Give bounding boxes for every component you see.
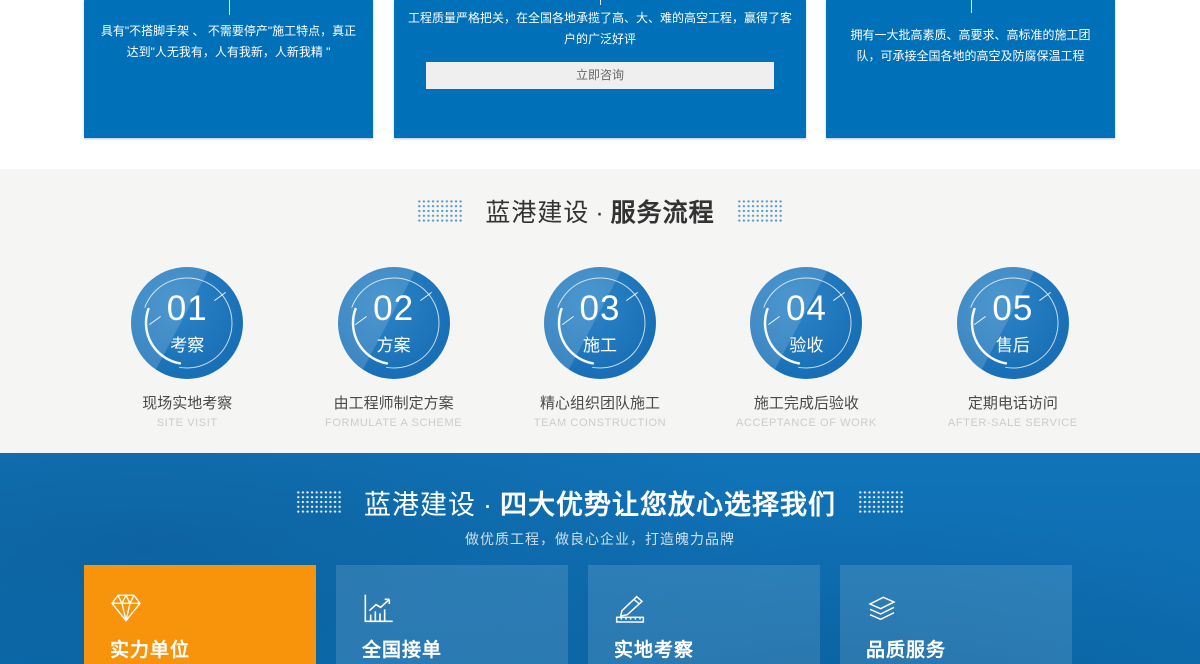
step-number: 02 (373, 291, 414, 326)
slash-decoration (420, 291, 432, 300)
advantages-title-row: 蓝港建设·四大优势让您放心选择我们 (0, 485, 1200, 519)
advantage-cards-row: 实力单位 STRENGTH UNIT 全国接单 ORDER ACCEPTANCE (84, 565, 1200, 664)
title-separator: · (483, 490, 493, 520)
step-label: 现场实地考察 (84, 392, 290, 413)
slash-decoration (833, 291, 845, 300)
top-promo-section: 具有"不搭脚手架 、 不需要停产"施工特点，真正达到"人无我有，人有我新，人新我… (0, 0, 1200, 169)
process-step-2: 02 方案 由工程师制定方案 FORMULATE A SCHEME (290, 267, 496, 429)
step-label: 精心组织团队施工 (497, 392, 703, 413)
advantage-card-title: 实力单位 (110, 635, 316, 662)
process-title-text: 服务流程 (611, 199, 715, 227)
advantage-card-quality[interactable]: 品质服务 QUALITY SERVICE (840, 565, 1072, 664)
slash-decoration (974, 315, 986, 324)
dots-decoration-icon (858, 490, 904, 514)
step-label: 定期电话访问 (910, 392, 1116, 413)
advantage-card-title: 全国接单 (362, 635, 568, 662)
dots-decoration-icon (296, 490, 342, 514)
promo-card-text: 工程质量严格把关，在全国各地承揽了高、大、难的高空工程，赢得了客户的广泛好评 (394, 0, 806, 50)
layers-icon (866, 593, 898, 623)
step-sublabel: SITE VISIT (84, 417, 290, 429)
divider-tick (229, 0, 230, 15)
advantage-card-investigation[interactable]: 实地考察 INVESTIGATION (588, 565, 820, 664)
advantages-section: 蓝港建设·四大优势让您放心选择我们 做优质工程，做良心企业，打造魄力品牌 实力单… (0, 453, 1200, 664)
slash-decoration (355, 315, 367, 324)
promo-card-left: 具有"不搭脚手架 、 不需要停产"施工特点，真正达到"人无我有，人有我新，人新我… (84, 0, 373, 138)
slash-decoration (214, 291, 226, 300)
promo-card-right: 拥有一大批高素质、高要求、高标准的施工团队，可承接全国各地的高空及防腐保温工程 (826, 0, 1115, 138)
service-process-section: 蓝港建设·服务流程 01 考察 现场实地考察 (0, 169, 1200, 453)
step-name: 方案 (377, 331, 411, 356)
process-title-row: 蓝港建设·服务流程 (0, 195, 1200, 227)
process-step-1: 01 考察 现场实地考察 SITE VISIT (84, 267, 290, 429)
consult-now-button[interactable]: 立即咨询 (426, 62, 774, 89)
step-name: 施工 (583, 331, 617, 356)
dots-decoration-icon (737, 199, 783, 223)
step-sublabel: ACCEPTANCE OF WORK (703, 417, 909, 429)
step-circle: 02 方案 (338, 267, 450, 379)
step-number: 04 (786, 291, 827, 326)
step-number: 05 (992, 291, 1033, 326)
step-number: 01 (167, 291, 208, 326)
process-step-5: 05 售后 定期电话访问 AFTER-SALE SERVICE (910, 267, 1116, 429)
step-sublabel: FORMULATE A SCHEME (290, 417, 496, 429)
advantages-title: 蓝港建设·四大优势让您放心选择我们 (364, 483, 836, 522)
step-label: 施工完成后验收 (703, 392, 909, 413)
title-separator: · (595, 199, 604, 227)
step-sublabel: TEAM CONSTRUCTION (497, 417, 703, 429)
step-circle: 04 验收 (750, 267, 862, 379)
step-name: 考察 (170, 331, 204, 356)
slash-decoration (768, 315, 780, 324)
process-section-title: 蓝港建设·服务流程 (485, 193, 714, 229)
slash-decoration (627, 291, 639, 300)
advantage-card-title: 实地考察 (614, 635, 820, 662)
diamond-icon (110, 593, 142, 623)
step-circle: 03 施工 (544, 267, 656, 379)
process-steps: 01 考察 现场实地考察 SITE VISIT 02 (84, 267, 1116, 429)
dots-decoration-icon (417, 199, 463, 223)
process-step-4: 04 验收 施工完成后验收 ACCEPTANCE OF WORK (703, 267, 909, 429)
step-sublabel: AFTER-SALE SERVICE (910, 417, 1116, 429)
chart-icon (362, 593, 394, 623)
step-name: 验收 (789, 331, 823, 356)
step-label: 由工程师制定方案 (290, 392, 496, 413)
step-name: 售后 (996, 331, 1030, 356)
step-circle: 05 售后 (957, 267, 1069, 379)
slash-decoration (1039, 291, 1051, 300)
process-step-3: 03 施工 精心组织团队施工 TEAM CONSTRUCTION (497, 267, 703, 429)
step-circle: 01 考察 (131, 267, 243, 379)
promo-card-center: 工程质量严格把关，在全国各地承揽了高、大、难的高空工程，赢得了客户的广泛好评 立… (394, 0, 806, 138)
page-root: 具有"不搭脚手架 、 不需要停产"施工特点，真正达到"人无我有，人有我新，人新我… (0, 0, 1200, 664)
advantages-title-text: 四大优势让您放心选择我们 (500, 490, 836, 520)
advantage-card-strength[interactable]: 实力单位 STRENGTH UNIT (84, 565, 316, 664)
divider-tick (971, 0, 972, 13)
advantage-card-title: 品质服务 (866, 635, 1072, 662)
brand-name: 蓝港建设 (485, 199, 589, 227)
advantages-subtitle: 做优质工程，做良心企业，打造魄力品牌 (0, 529, 1200, 549)
slash-decoration (149, 315, 161, 324)
pencil-ruler-icon (614, 593, 646, 623)
step-number: 03 (580, 291, 621, 326)
divider-tick (600, 0, 601, 5)
slash-decoration (562, 315, 574, 324)
brand-name: 蓝港建设 (364, 490, 476, 520)
advantage-card-orders[interactable]: 全国接单 ORDER ACCEPTANCE (336, 565, 568, 664)
